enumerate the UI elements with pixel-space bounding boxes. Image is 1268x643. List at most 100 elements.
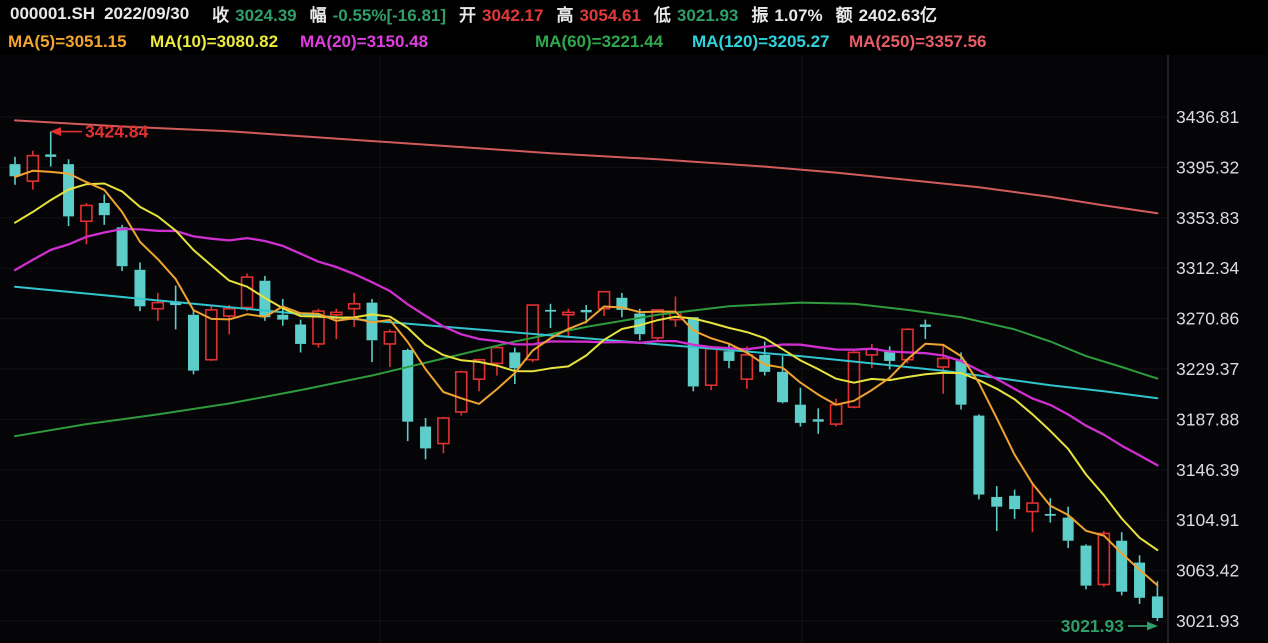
candle-body bbox=[509, 352, 520, 368]
candle-08-05 bbox=[456, 371, 467, 416]
left-arrow-icon bbox=[50, 127, 61, 136]
candle-07-01 bbox=[10, 157, 21, 185]
y-axis-label: 3021.93 bbox=[1176, 611, 1239, 631]
candlestick-chart[interactable]: 3436.813395.323353.833312.343270.863229.… bbox=[0, 0, 1268, 643]
y-axis-label: 3063.42 bbox=[1176, 561, 1239, 581]
candle-07-18 bbox=[206, 305, 217, 361]
annotation-high: 3424.84 bbox=[50, 122, 149, 142]
ma-legend: MA(5)=3051.15MA(10)=3080.82MA(20)=3150.4… bbox=[0, 27, 1268, 55]
grid-layer: 3436.813395.323353.833312.343270.863229.… bbox=[0, 55, 1240, 643]
y-axis-label: 3146.39 bbox=[1176, 460, 1239, 480]
candle-body bbox=[741, 355, 752, 379]
candle-body bbox=[1081, 546, 1092, 586]
candle-09-02 bbox=[813, 408, 824, 434]
ma20-line bbox=[15, 229, 1157, 465]
candle-body bbox=[1098, 533, 1109, 584]
field-label-close: 收 bbox=[212, 6, 229, 25]
candle-body bbox=[27, 156, 38, 182]
candle-body bbox=[331, 312, 342, 314]
candle-body bbox=[813, 419, 824, 421]
y-axis-label: 3353.83 bbox=[1176, 208, 1239, 228]
candle-body bbox=[920, 324, 931, 326]
candle-body bbox=[384, 332, 395, 344]
candle-08-02 bbox=[402, 349, 413, 441]
candle-body bbox=[188, 315, 199, 371]
candle-body bbox=[795, 405, 806, 423]
candle-07-15 bbox=[188, 310, 199, 374]
candle-body bbox=[563, 312, 574, 314]
candle-body bbox=[10, 164, 21, 176]
annotation-low: 3021.93 bbox=[1061, 616, 1158, 636]
ma-legend-item-5: MA(250)=3357.56 bbox=[849, 27, 987, 56]
candle-body bbox=[81, 205, 92, 221]
candle-09-30 bbox=[1152, 581, 1163, 621]
candle-body bbox=[1009, 496, 1020, 509]
candle-body bbox=[134, 270, 145, 306]
y-axis-label: 3312.34 bbox=[1176, 258, 1240, 278]
candle-08-01 bbox=[384, 329, 395, 367]
candle-07-27 bbox=[331, 309, 342, 339]
candle-07-13 bbox=[152, 293, 163, 321]
candle-09-26 bbox=[1081, 544, 1092, 589]
field-value-low: 3021.93 bbox=[677, 6, 738, 25]
candle-body bbox=[831, 405, 842, 424]
field-label-high: 高 bbox=[556, 6, 573, 25]
y-axis-label: 3270.86 bbox=[1176, 309, 1239, 329]
candle-body bbox=[45, 154, 56, 156]
candle-body bbox=[581, 310, 592, 312]
y-axis-label: 3395.32 bbox=[1176, 157, 1239, 177]
ma250-line bbox=[15, 120, 1157, 213]
candle-body bbox=[295, 324, 306, 343]
candle-09-01 bbox=[795, 388, 806, 427]
candle-body bbox=[402, 350, 413, 422]
candle-07-08 bbox=[99, 195, 110, 225]
candle-09-19 bbox=[991, 486, 1002, 531]
candle-08-15 bbox=[563, 309, 574, 338]
field-label-low: 低 bbox=[654, 6, 671, 25]
candle-08-25 bbox=[706, 346, 717, 390]
trade-date: 2022/09/30 bbox=[104, 4, 189, 24]
ma-lines-layer bbox=[15, 120, 1157, 585]
candle-body bbox=[724, 351, 735, 361]
candle-body bbox=[277, 315, 288, 320]
y-axis-label: 3104.91 bbox=[1176, 510, 1239, 530]
candle-07-28 bbox=[349, 293, 360, 327]
candle-08-03 bbox=[420, 418, 431, 459]
candle-body bbox=[1152, 596, 1163, 618]
candle-body bbox=[242, 277, 253, 307]
ma-legend-item-1: MA(10)=3080.82 bbox=[150, 27, 278, 56]
candle-07-12 bbox=[134, 263, 145, 312]
candle-body bbox=[991, 497, 1002, 507]
candle-08-12 bbox=[545, 304, 556, 328]
candle-09-29 bbox=[1134, 555, 1145, 604]
ma10-line bbox=[15, 184, 1157, 551]
ma-legend-item-0: MA(5)=3051.15 bbox=[8, 27, 127, 56]
candle-body bbox=[545, 310, 556, 312]
field-label-turnover: 额 bbox=[836, 6, 853, 25]
candle-07-29 bbox=[367, 299, 378, 362]
candle-08-04 bbox=[438, 417, 449, 453]
candle-09-13 bbox=[920, 320, 931, 339]
field-value-open: 3042.17 bbox=[482, 6, 543, 25]
high-price-label: 3424.84 bbox=[85, 122, 149, 142]
candle-08-18 bbox=[616, 293, 627, 317]
candle-09-20 bbox=[1009, 490, 1020, 519]
right-arrow-icon bbox=[1147, 622, 1158, 631]
candle-body bbox=[1134, 563, 1145, 598]
candle-body bbox=[349, 304, 360, 309]
candle-07-25 bbox=[295, 320, 306, 353]
y-axis-label: 3187.88 bbox=[1176, 409, 1239, 429]
candle-07-14 bbox=[170, 286, 181, 330]
info-bar: 000001.SH 2022/09/30 收3024.39幅-0.55%[-16… bbox=[0, 0, 1268, 27]
candle-08-31 bbox=[777, 356, 788, 403]
candle-body bbox=[438, 418, 449, 444]
symbol: 000001.SH bbox=[10, 4, 95, 24]
field-label-open: 开 bbox=[459, 6, 476, 25]
candle-body bbox=[456, 372, 467, 412]
ma-legend-item-3: MA(60)=3221.44 bbox=[535, 27, 663, 56]
candle-body bbox=[117, 227, 128, 266]
candle-body bbox=[99, 203, 110, 215]
candle-body bbox=[224, 309, 235, 316]
field-value-high: 3054.61 bbox=[579, 6, 640, 25]
candle-body bbox=[152, 303, 163, 309]
